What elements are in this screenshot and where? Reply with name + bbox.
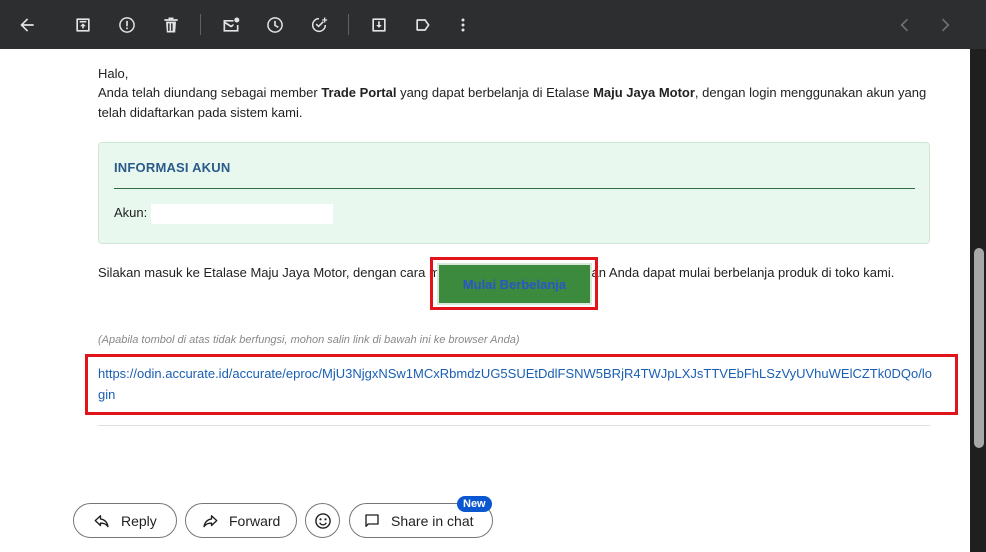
delete-icon (164, 17, 178, 33)
chat-icon (363, 512, 381, 530)
toolbar-divider (348, 14, 349, 35)
intro-paragraph: Anda telah diundang sebagai member Trade… (98, 83, 938, 123)
account-label: Akun: (114, 205, 148, 220)
fallback-login-link[interactable]: https://odin.accurate.id/accurate/eproc/… (98, 363, 938, 405)
forward-label: Forward (229, 512, 281, 529)
email-toolbar (0, 0, 986, 49)
delete-button[interactable] (156, 10, 186, 40)
reply-icon (93, 512, 111, 530)
account-info-divider (114, 188, 915, 189)
account-info-box: INFORMASI AKUN Akun: (98, 142, 930, 244)
move-to-icon (372, 18, 386, 32)
start-shopping-button[interactable]: Mulai Berbelanja (437, 263, 592, 305)
next-icon (941, 18, 950, 32)
emoji-reaction-button[interactable] (305, 503, 340, 538)
new-badge: New (457, 496, 492, 512)
report-spam-icon (119, 17, 135, 33)
reply-label: Reply (121, 512, 157, 529)
forward-icon (201, 512, 219, 530)
older-button[interactable] (930, 10, 960, 40)
email-footer-divider (98, 425, 930, 426)
newer-button[interactable] (890, 10, 920, 40)
reply-button[interactable]: Reply (73, 503, 177, 538)
label-icon (416, 19, 430, 31)
add-to-tasks-button[interactable] (304, 10, 334, 40)
account-value-redacted (151, 204, 333, 224)
account-info-title: INFORMASI AKUN (114, 160, 231, 175)
intro-text: yang dapat berbelanja di Etalase (396, 85, 594, 100)
smiley-icon (313, 511, 333, 531)
email-body: Halo, Anda telah diundang sebagai member… (0, 49, 970, 488)
share-in-chat-label: Share in chat (391, 512, 474, 529)
snooze-icon (267, 17, 283, 33)
forward-button[interactable]: Forward (185, 503, 297, 538)
more-icon (461, 18, 465, 32)
trade-portal-text: Trade Portal (321, 85, 397, 100)
mark-unread-button[interactable] (216, 10, 246, 40)
archive-icon (76, 18, 90, 32)
mark-unread-icon (223, 17, 240, 32)
prev-icon (900, 18, 909, 32)
back-button[interactable] (12, 10, 42, 40)
label-button[interactable] (408, 10, 438, 40)
scrollbar-thumb[interactable] (974, 248, 984, 448)
fallback-note: (Apabila tombol di atas tidak berfungsi,… (98, 334, 520, 346)
add-to-tasks-icon (311, 17, 328, 33)
move-to-button[interactable] (364, 10, 394, 40)
intro-text: Anda telah diundang sebagai member (98, 85, 322, 100)
reply-action-bar: Reply Forward Share in chat New (0, 488, 970, 552)
more-options-button[interactable] (448, 10, 478, 40)
greeting-text: Halo, (98, 66, 129, 81)
back-icon (20, 18, 34, 32)
report-spam-button[interactable] (112, 10, 142, 40)
snooze-button[interactable] (260, 10, 290, 40)
archive-button[interactable] (68, 10, 98, 40)
toolbar-divider (200, 14, 201, 35)
store-name-text: Maju Jaya Motor (593, 85, 695, 100)
